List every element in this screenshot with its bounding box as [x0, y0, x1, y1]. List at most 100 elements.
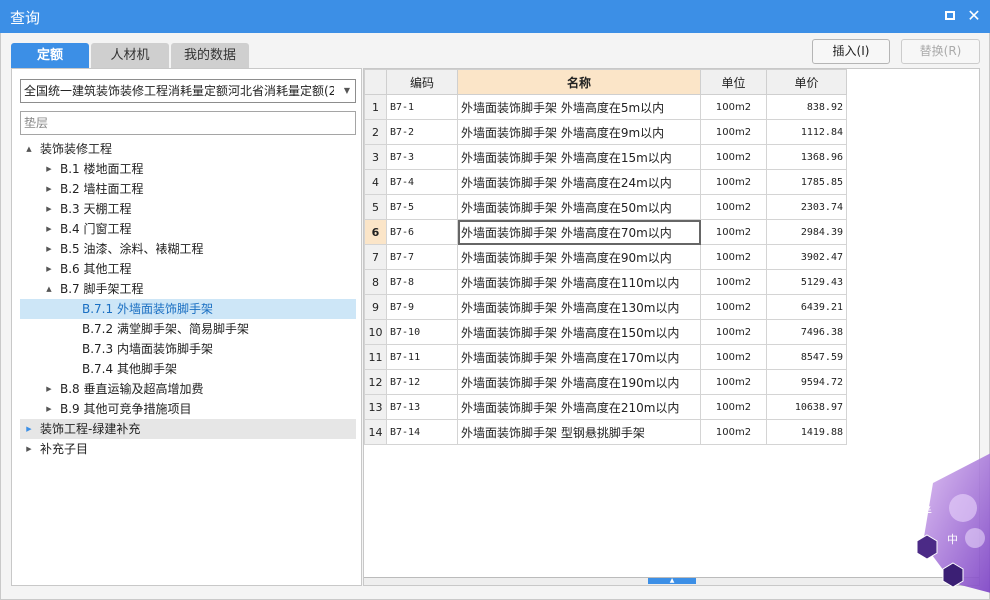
close-button[interactable]: ✕: [964, 6, 984, 26]
row-index[interactable]: 13: [364, 394, 387, 420]
table-row[interactable]: 7 B7-7 外墙面装饰脚手架 外墙高度在90m以内 100m2 3902.47: [364, 244, 847, 270]
code-cell[interactable]: B7-4: [386, 169, 458, 195]
price-cell[interactable]: 8547.59: [766, 344, 847, 370]
code-cell[interactable]: B7-10: [386, 319, 458, 345]
unit-cell[interactable]: 100m2: [700, 419, 767, 445]
table-row[interactable]: 4 B7-4 外墙面装饰脚手架 外墙高度在24m以内 100m2 1785.85: [364, 169, 847, 195]
unit-cell[interactable]: 100m2: [700, 169, 767, 195]
insert-button[interactable]: 插入(I): [812, 39, 890, 64]
name-cell[interactable]: 外墙面装饰脚手架 外墙高度在210m以内: [457, 394, 701, 420]
code-cell[interactable]: B7-14: [386, 419, 458, 445]
price-cell[interactable]: 9594.72: [766, 369, 847, 395]
table-row[interactable]: 3 B7-3 外墙面装饰脚手架 外墙高度在15m以内 100m2 1368.96: [364, 144, 847, 170]
unit-cell[interactable]: 100m2: [700, 269, 767, 295]
unit-cell[interactable]: 100m2: [700, 369, 767, 395]
tab-quota[interactable]: 定额: [11, 43, 89, 69]
price-cell[interactable]: 1419.88: [766, 419, 847, 445]
collapse-icon[interactable]: ▲: [44, 279, 54, 299]
tree-node[interactable]: B.7.3 内墙面装饰脚手架: [20, 339, 356, 359]
expand-icon[interactable]: ▶: [44, 179, 54, 199]
unit-cell[interactable]: 100m2: [700, 394, 767, 420]
row-index[interactable]: 11: [364, 344, 387, 370]
name-cell[interactable]: 外墙面装饰脚手架 外墙高度在15m以内: [457, 144, 701, 170]
unit-cell[interactable]: 100m2: [700, 244, 767, 270]
code-cell[interactable]: B7-11: [386, 344, 458, 370]
name-cell[interactable]: 外墙面装饰脚手架 外墙高度在190m以内: [457, 369, 701, 395]
tree-node[interactable]: ▶ B.4 门窗工程: [20, 219, 356, 239]
tree-node[interactable]: ▶ B.1 楼地面工程: [20, 159, 356, 179]
code-cell[interactable]: B7-8: [386, 269, 458, 295]
code-cell[interactable]: B7-7: [386, 244, 458, 270]
row-index[interactable]: 3: [364, 144, 387, 170]
tree-node[interactable]: ▶ B.8 垂直运输及超高增加费: [20, 379, 356, 399]
unit-cell[interactable]: 100m2: [700, 294, 767, 320]
tree-node[interactable]: ▶ B.2 墙柱面工程: [20, 179, 356, 199]
unit-cell[interactable]: 100m2: [700, 119, 767, 145]
tree-node[interactable]: B.7.2 满堂脚手架、简易脚手架: [20, 319, 356, 339]
tree-node[interactable]: ▶ B.6 其他工程: [20, 259, 356, 279]
price-cell[interactable]: 1368.96: [766, 144, 847, 170]
row-index[interactable]: 6: [364, 219, 387, 245]
code-cell[interactable]: B7-5: [386, 194, 458, 220]
price-cell[interactable]: 5129.43: [766, 269, 847, 295]
code-cell[interactable]: B7-6: [386, 219, 458, 245]
expand-icon[interactable]: ▶: [44, 259, 54, 279]
unit-cell[interactable]: 100m2: [700, 94, 767, 120]
table-row[interactable]: 13 B7-13 外墙面装饰脚手架 外墙高度在210m以内 100m2 10638.97: [364, 394, 847, 420]
table-row[interactable]: 8 B7-8 外墙面装饰脚手架 外墙高度在110m以内 100m2 5129.43: [364, 269, 847, 295]
row-index[interactable]: 8: [364, 269, 387, 295]
row-index[interactable]: 14: [364, 419, 387, 445]
price-cell[interactable]: 10638.97: [766, 394, 847, 420]
table-row[interactable]: 9 B7-9 外墙面装饰脚手架 外墙高度在130m以内 100m2 6439.21: [364, 294, 847, 320]
name-cell[interactable]: 外墙面装饰脚手架 外墙高度在130m以内: [457, 294, 701, 320]
code-cell[interactable]: B7-3: [386, 144, 458, 170]
row-index[interactable]: 10: [364, 319, 387, 345]
expand-icon[interactable]: ▶: [44, 399, 54, 419]
expand-icon[interactable]: ▶: [44, 239, 54, 259]
tree-node[interactable]: B.7.1 外墙面装饰脚手架: [20, 299, 356, 319]
name-cell[interactable]: 外墙面装饰脚手架 外墙高度在70m以内: [457, 219, 701, 245]
tree-node[interactable]: ▶ B.5 油漆、涂料、裱糊工程: [20, 239, 356, 259]
chevron-down-icon[interactable]: ▼: [344, 80, 350, 102]
price-cell[interactable]: 3902.47: [766, 244, 847, 270]
expand-icon[interactable]: ▶: [24, 419, 34, 439]
code-cell[interactable]: B7-9: [386, 294, 458, 320]
tree-node[interactable]: ▶ B.9 其他可竞争措施项目: [20, 399, 356, 419]
column-header-unit[interactable]: 单位: [700, 69, 767, 95]
tab-labor-material-machine[interactable]: 人材机: [91, 43, 169, 69]
maximize-button[interactable]: [940, 6, 960, 26]
column-header-name[interactable]: 名称: [457, 69, 701, 95]
table-row[interactable]: 5 B7-5 外墙面装饰脚手架 外墙高度在50m以内 100m2 2303.74: [364, 194, 847, 220]
expand-icon[interactable]: ▶: [44, 379, 54, 399]
price-cell[interactable]: 1112.84: [766, 119, 847, 145]
table-row[interactable]: 6 B7-6 外墙面装饰脚手架 外墙高度在70m以内 100m2 2984.39: [364, 219, 847, 245]
table-row[interactable]: 11 B7-11 外墙面装饰脚手架 外墙高度在170m以内 100m2 8547.59: [364, 344, 847, 370]
name-cell[interactable]: 外墙面装饰脚手架 外墙高度在5m以内: [457, 94, 701, 120]
row-index[interactable]: 5: [364, 194, 387, 220]
code-cell[interactable]: B7-12: [386, 369, 458, 395]
price-cell[interactable]: 1785.85: [766, 169, 847, 195]
unit-cell[interactable]: 100m2: [700, 219, 767, 245]
price-cell[interactable]: 838.92: [766, 94, 847, 120]
widget-half-label[interactable]: 半: [921, 503, 932, 519]
name-cell[interactable]: 外墙面装饰脚手架 外墙高度在170m以内: [457, 344, 701, 370]
tree-node[interactable]: ▲ B.7 脚手架工程: [20, 279, 356, 299]
expand-icon[interactable]: ▶: [44, 199, 54, 219]
column-header-price[interactable]: 单价: [766, 69, 847, 95]
name-cell[interactable]: 外墙面装饰脚手架 外墙高度在24m以内: [457, 169, 701, 195]
widget-chinese-label[interactable]: 中: [947, 531, 958, 547]
expand-icon[interactable]: ▶: [24, 439, 34, 459]
unit-cell[interactable]: 100m2: [700, 344, 767, 370]
name-cell[interactable]: 外墙面装饰脚手架 外墙高度在150m以内: [457, 319, 701, 345]
row-index[interactable]: 1: [364, 94, 387, 120]
code-cell[interactable]: B7-1: [386, 94, 458, 120]
table-row[interactable]: 12 B7-12 外墙面装饰脚手架 外墙高度在190m以内 100m2 9594.72: [364, 369, 847, 395]
code-cell[interactable]: B7-2: [386, 119, 458, 145]
code-cell[interactable]: B7-13: [386, 394, 458, 420]
horizontal-scrollbar[interactable]: ▲: [364, 577, 979, 585]
row-index[interactable]: 7: [364, 244, 387, 270]
unit-cell[interactable]: 100m2: [700, 319, 767, 345]
expand-icon[interactable]: ▶: [44, 159, 54, 179]
row-index[interactable]: 4: [364, 169, 387, 195]
tab-my-data[interactable]: 我的数据: [171, 43, 249, 69]
